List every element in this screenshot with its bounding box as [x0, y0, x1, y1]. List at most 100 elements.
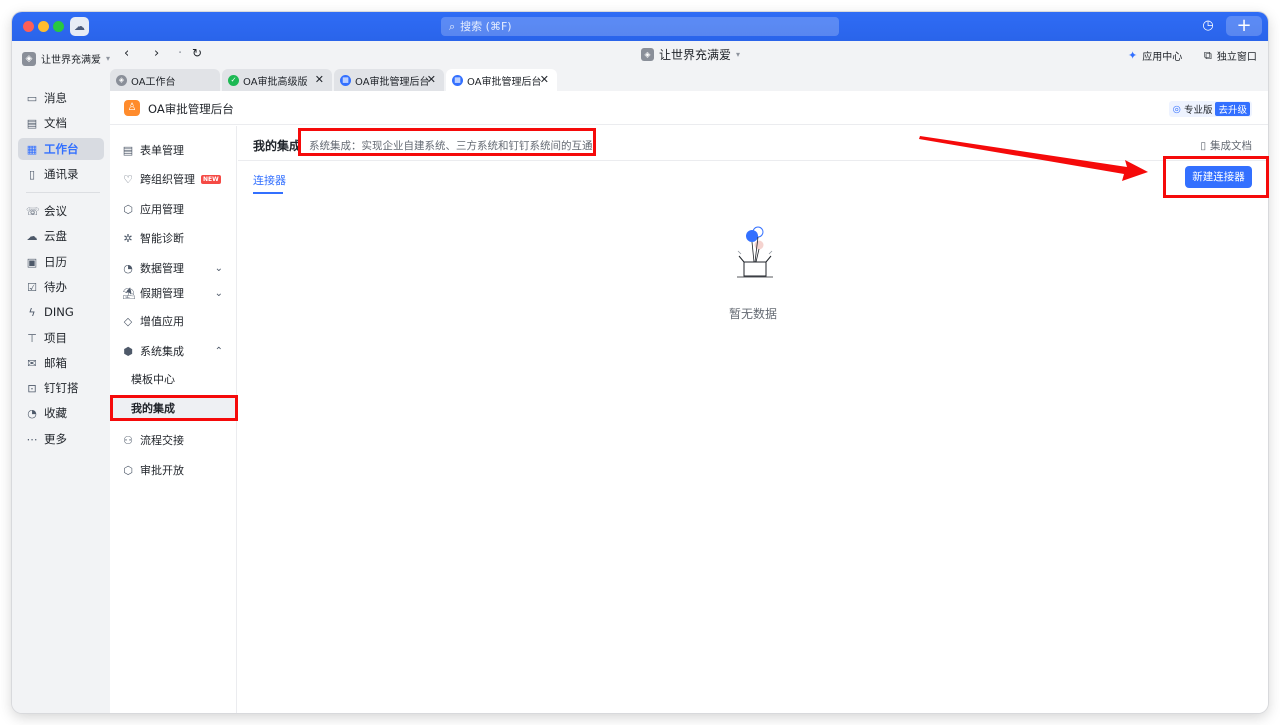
integration-doc-link[interactable]: ▯ 集成文档 [1200, 138, 1252, 153]
cube-icon: ⬡ [123, 463, 133, 477]
meeting-icon: ☏ [26, 204, 40, 218]
browser-toolbar: ‹ › · ↻ ◈ 让世界充满爱 ▾ ✦ 应用中心 ⧉ 独立窗口 [110, 41, 1268, 66]
sidebar-item-build[interactable]: ⊡ 钉钉搭 [18, 377, 104, 399]
org-name: 让世界充满爱 [41, 55, 101, 66]
close-icon[interactable]: ✕ [540, 73, 549, 86]
diagnosis-icon: ✲ [123, 231, 133, 245]
subnav-cross-org[interactable]: ♡ 跨组织管理 NEW [110, 168, 237, 190]
close-icon[interactable]: ✕ [315, 73, 324, 86]
tab-oa-workbench[interactable]: ◈ OA工作台 [110, 69, 220, 91]
detach-window-button[interactable]: ⧉ 独立窗口 [1204, 48, 1257, 64]
contacts-icon: ▯ [28, 167, 36, 181]
title-bar: ☁ ⌕ 搜索 (⌘F) ◷ + [12, 12, 1268, 41]
chevron-down-icon: ⌄ [214, 287, 223, 299]
sidebar-item-messages[interactable]: ▭ 消息 [18, 87, 104, 109]
detach-window-icon: ⧉ [1204, 48, 1212, 62]
main-panel: 我的集成 系统集成：实现企业自建系统、三方系统和钉钉系统间的互通 ▯ 集成文档 … [238, 126, 1268, 713]
history-icon[interactable]: ◷ [1200, 18, 1216, 34]
close-window-button[interactable] [23, 21, 34, 32]
forward-arrow-icon[interactable]: › [154, 46, 159, 61]
main-sidebar: ◈ 让世界充满爱 ▾ ▭ 消息 ▤ 文档 ▦ 工作台 ▯ 通讯录 ☏ 会议 ☁ 云盘 ▣ 日历… [12, 41, 110, 713]
admin-sidebar: ▤ 表单管理 ♡ 跨组织管理 NEW ⬡ 应用管理 ✲ 智能诊断 ◔ 数据管理 ⌄ ⛱ 假期管理… [110, 126, 237, 713]
close-icon[interactable]: ✕ [427, 73, 436, 86]
integration-icon: ⬢ [123, 344, 133, 358]
sidebar-item-calendar[interactable]: ▣ 日历 [18, 251, 104, 273]
subnav-template-center[interactable]: 模板中心 [110, 368, 237, 390]
minimize-window-button[interactable] [38, 21, 49, 32]
back-arrow-icon[interactable]: ‹ [124, 46, 129, 61]
org-switcher[interactable]: ◈ 让世界充满爱 ▾ [22, 51, 110, 66]
app-title: OA审批管理后台 [148, 102, 234, 116]
chevron-up-icon: ⌃ [214, 345, 223, 357]
add-button[interactable]: + [1226, 16, 1262, 36]
main-header: 我的集成 系统集成：实现企业自建系统、三方系统和钉钉系统间的互通 ▯ 集成文档 [238, 126, 1268, 161]
tab-oa-approval-admin-1[interactable]: ▦ OA审批管理后台 ✕ [334, 69, 444, 91]
chevron-down-icon: ⌄ [214, 262, 223, 274]
refresh-icon[interactable]: ↻ [192, 46, 202, 60]
subnav-leave-management[interactable]: ⛱ 假期管理 ⌄ [110, 282, 237, 304]
search-placeholder: 搜索 (⌘F) [460, 20, 512, 33]
separator-dot: · [178, 46, 183, 61]
empty-box-illustration [737, 226, 773, 278]
subnav-my-integrations[interactable]: 我的集成 [110, 397, 237, 419]
cube-icon: ⬡ [123, 202, 133, 216]
upgrade-button[interactable]: 去升级 [1215, 102, 1250, 116]
pie-chart-icon: ◔ [123, 261, 133, 275]
todo-icon: ☑ [27, 280, 37, 294]
sidebar-item-favorites[interactable]: ◔ 收藏 [18, 402, 104, 424]
subnav-system-integration[interactable]: ⬢ 系统集成 ⌃ [110, 340, 237, 362]
subnav-value-added-apps[interactable]: ◇ 增值应用 [110, 310, 237, 332]
more-icon: ⋯ [26, 432, 38, 446]
handover-icon: ⚇ [123, 433, 133, 447]
new-connector-button[interactable]: 新建连接器 [1185, 166, 1252, 188]
admin-icon: ▦ [340, 74, 351, 86]
sidebar-item-meeting[interactable]: ☏ 会议 [18, 200, 104, 222]
calendar-icon: ▣ [26, 255, 38, 269]
page-title[interactable]: ◈ 让世界充满爱 ▾ [641, 46, 740, 63]
user-avatar[interactable]: ☁ [70, 17, 89, 36]
subnav-app-management[interactable]: ⬡ 应用管理 [110, 198, 237, 220]
sidebar-item-workbench[interactable]: ▦ 工作台 [18, 138, 104, 160]
form-icon: ▤ [122, 143, 134, 157]
workbench-icon: ◈ [116, 74, 127, 86]
tab-connectors[interactable]: 连接器 [253, 172, 286, 188]
tab-strip: ◈ OA工作台 ✓ OA审批高级版 ✕ ▦ OA审批管理后台 ✕ ▦ OA审批管… [110, 69, 1268, 91]
tab-oa-approval-admin-2[interactable]: ▦ OA审批管理后台 ✕ [446, 69, 557, 91]
subnav-smart-diagnosis[interactable]: ✲ 智能诊断 [110, 227, 237, 249]
message-icon: ▭ [26, 91, 38, 105]
sidebar-divider [26, 192, 100, 193]
cloud-icon: ☁ [26, 229, 38, 243]
sidebar-item-mail[interactable]: ✉ 邮箱 [18, 352, 104, 374]
section-title: 我的集成 [253, 139, 302, 153]
empty-state-text: 暂无数据 [728, 307, 777, 321]
sidebar-item-docs[interactable]: ▤ 文档 [18, 112, 104, 134]
subnav-form-management[interactable]: ▤ 表单管理 [110, 139, 237, 161]
sidebar-item-contacts[interactable]: ▯ 通讯录 [18, 163, 104, 185]
sidebar-item-ding[interactable]: ϟ DING [18, 301, 104, 323]
sidebar-item-cloud[interactable]: ☁ 云盘 [18, 225, 104, 247]
maximize-window-button[interactable] [53, 21, 64, 32]
chevron-down-icon: ▾ [736, 50, 741, 59]
app-center-button[interactable]: ✦ 应用中心 [1128, 48, 1182, 63]
sidebar-item-more[interactable]: ⋯ 更多 [18, 428, 104, 450]
app-window: ☁ ⌕ 搜索 (⌘F) ◷ + ◈ 让世界充满爱 ▾ ▭ 消息 ▤ 文档 ▦ 工作台 … [12, 12, 1268, 713]
tab-oa-approval-advanced[interactable]: ✓ OA审批高级版 ✕ [222, 69, 332, 91]
doc-icon: ▯ [1200, 139, 1206, 152]
favorite-icon: ◔ [27, 406, 37, 420]
sidebar-item-project[interactable]: ⊤ 项目 [18, 327, 104, 349]
global-search-input[interactable]: ⌕ 搜索 (⌘F) [441, 17, 839, 36]
org-logo-icon: ◈ [641, 48, 654, 61]
beach-icon: ⛱ [122, 286, 136, 300]
sidebar-item-todo[interactable]: ☑ 待办 [18, 276, 104, 298]
subnav-process-handover[interactable]: ⚇ 流程交接 [110, 429, 237, 451]
build-icon: ⊡ [27, 381, 37, 395]
app-header: ♙ OA审批管理后台 ◎ 专业版 去升级 [110, 91, 1268, 125]
edition-badge[interactable]: ◎ 专业版 去升级 [1168, 101, 1252, 117]
tab-active-indicator [253, 192, 283, 194]
subnav-data-management[interactable]: ◔ 数据管理 ⌄ [110, 257, 237, 279]
app-center-icon: ✦ [1128, 49, 1138, 62]
content-area: ‹ › · ↻ ◈ 让世界充满爱 ▾ ✦ 应用中心 ⧉ 独立窗口 ◈ OA工作台 [110, 41, 1268, 713]
subnav-approval-open[interactable]: ⬡ 审批开放 [110, 459, 237, 481]
workbench-icon: ▦ [26, 142, 38, 156]
ding-icon: ϟ [28, 305, 36, 319]
